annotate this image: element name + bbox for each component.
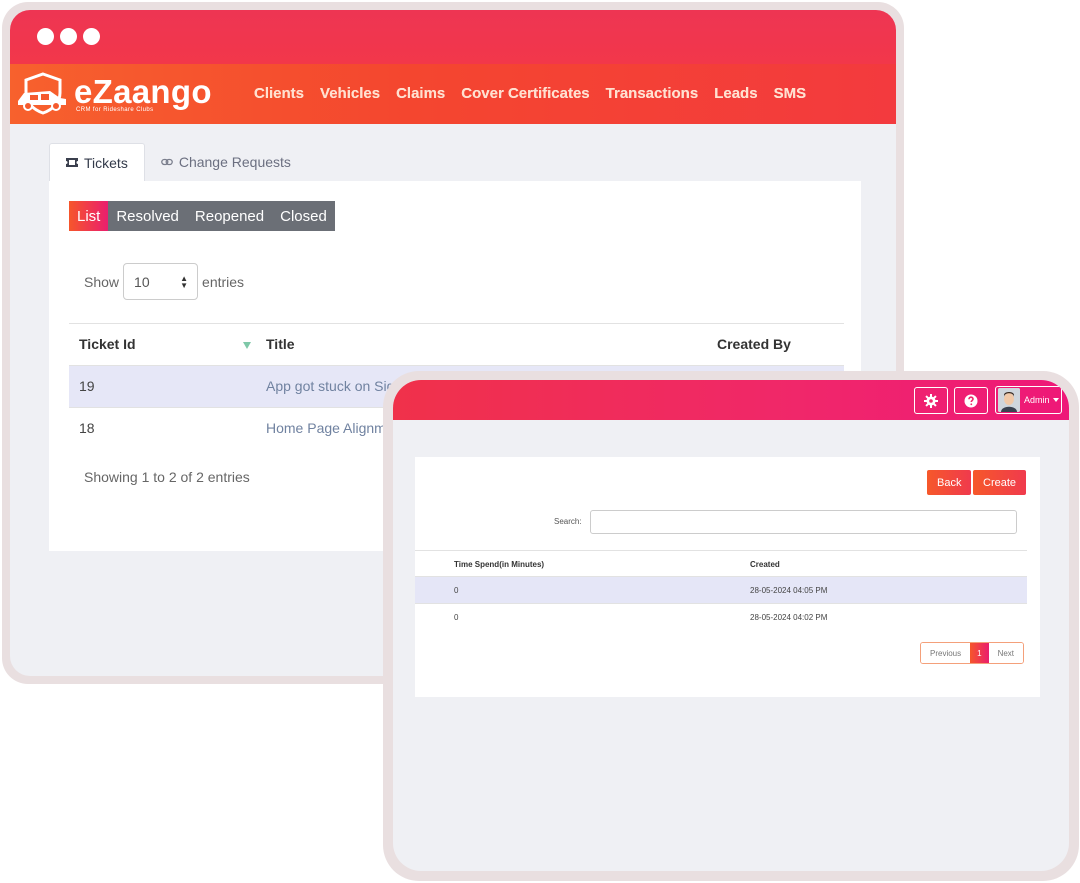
window-dot-icon[interactable] bbox=[37, 28, 54, 45]
column-header-title[interactable]: Title bbox=[266, 336, 295, 352]
entries-select-value: 10 bbox=[134, 273, 150, 290]
column-header-created-by[interactable]: Created By bbox=[717, 336, 791, 352]
pagination: Previous 1 Next bbox=[920, 642, 1025, 664]
user-menu-button[interactable]: Admin bbox=[995, 386, 1062, 414]
ticket-detail-window: Admin Back Create Search: Time Spend(in … bbox=[393, 380, 1069, 871]
gear-icon bbox=[924, 393, 938, 408]
column-header-time-spend[interactable]: Time Spend(in Minutes) bbox=[454, 560, 544, 569]
filter-reopened-button[interactable]: Reopened bbox=[186, 201, 273, 231]
main-navbar: eZaango CRM for Rideshare Clubs Clients … bbox=[10, 64, 896, 124]
ticket-detail-window-frame: Admin Back Create Search: Time Spend(in … bbox=[383, 371, 1079, 881]
table-header-row: Ticket Id Title Created By bbox=[69, 323, 844, 365]
entries-length-control: Show 10 ▲ ▼ entries bbox=[84, 263, 244, 300]
question-circle-icon bbox=[964, 394, 978, 407]
nav-link-cover-certificates[interactable]: Cover Certificates bbox=[461, 85, 589, 102]
time-spend-cell: 0 bbox=[454, 586, 459, 595]
help-button[interactable] bbox=[954, 387, 988, 414]
nav-link-claims[interactable]: Claims bbox=[396, 85, 445, 102]
created-cell: 28-05-2024 04:02 PM bbox=[750, 613, 828, 622]
time-log-panel: Back Create Search: Time Spend(in Minute… bbox=[415, 457, 1040, 697]
status-filter-group: List Resolved Reopened Closed bbox=[69, 201, 335, 231]
window-controls bbox=[37, 28, 100, 45]
nav-link-transactions[interactable]: Transactions bbox=[606, 85, 699, 102]
entries-select[interactable]: 10 ▲ ▼ bbox=[123, 263, 199, 300]
pagination-page-button[interactable]: 1 bbox=[970, 643, 989, 663]
settings-button[interactable] bbox=[914, 387, 948, 414]
link-icon bbox=[160, 158, 173, 166]
pagination-next-button[interactable]: Next bbox=[988, 643, 1024, 663]
tab-bar: Tickets Change Requests bbox=[49, 143, 307, 181]
back-button[interactable]: Back bbox=[927, 470, 972, 495]
tab-label: Change Requests bbox=[178, 154, 291, 170]
chevron-down-icon bbox=[1052, 398, 1059, 402]
user-name: Admin bbox=[1024, 395, 1050, 405]
time-log-table: Time Spend(in Minutes) Created 0 28-05-2… bbox=[415, 550, 1027, 630]
detail-header-bar: Admin bbox=[393, 380, 1069, 420]
filter-resolved-button[interactable]: Resolved bbox=[108, 201, 187, 231]
column-header-created[interactable]: Created bbox=[750, 560, 780, 569]
nav-link-sms[interactable]: SMS bbox=[774, 85, 807, 102]
filter-list-button[interactable]: List bbox=[69, 201, 109, 231]
tab-change-requests[interactable]: Change Requests bbox=[145, 143, 307, 181]
filter-closed-button[interactable]: Closed bbox=[272, 201, 335, 231]
entries-label: entries bbox=[202, 273, 245, 290]
avatar bbox=[998, 388, 1020, 412]
sort-desc-icon[interactable] bbox=[243, 342, 251, 349]
ticket-title-link[interactable]: App got stuck on Sign bbox=[266, 378, 402, 394]
table-info: Showing 1 to 2 of 2 entries bbox=[84, 469, 250, 485]
table-row[interactable]: 0 28-05-2024 04:02 PM bbox=[415, 603, 1027, 630]
brand-logo[interactable]: eZaango CRM for Rideshare Clubs bbox=[16, 71, 211, 115]
table-header-row: Time Spend(in Minutes) Created bbox=[415, 550, 1027, 576]
brand-name: eZaango bbox=[74, 73, 212, 110]
search-input[interactable] bbox=[590, 510, 1017, 534]
nav-links: Clients Vehicles Claims Cover Certificat… bbox=[254, 85, 822, 102]
time-spend-cell: 0 bbox=[454, 613, 459, 622]
column-header-ticket-id[interactable]: Ticket Id bbox=[79, 336, 136, 352]
window-dot-icon[interactable] bbox=[83, 28, 100, 45]
ticket-title-link[interactable]: Home Page Alignme bbox=[266, 420, 394, 436]
create-button[interactable]: Create bbox=[973, 470, 1027, 495]
brand-tagline: CRM for Rideshare Clubs bbox=[76, 107, 154, 113]
nav-link-clients[interactable]: Clients bbox=[254, 85, 304, 102]
window-dot-icon[interactable] bbox=[60, 28, 77, 45]
ticket-id-cell: 19 bbox=[79, 378, 95, 394]
pagination-previous-button[interactable]: Previous bbox=[921, 643, 971, 663]
nav-link-vehicles[interactable]: Vehicles bbox=[320, 85, 380, 102]
ticket-icon bbox=[66, 158, 78, 167]
table-row[interactable]: 0 28-05-2024 04:05 PM bbox=[415, 576, 1027, 603]
select-arrows-icon: ▲ ▼ bbox=[180, 274, 189, 290]
window-titlebar bbox=[10, 10, 896, 64]
created-cell: 28-05-2024 04:05 PM bbox=[750, 586, 828, 595]
search-label: Search: bbox=[554, 517, 582, 526]
show-label: Show bbox=[84, 273, 120, 290]
tab-label: Tickets bbox=[84, 154, 128, 171]
ticket-id-cell: 18 bbox=[79, 420, 95, 436]
tab-tickets[interactable]: Tickets bbox=[49, 143, 145, 181]
car-shield-icon bbox=[18, 72, 66, 115]
nav-link-leads[interactable]: Leads bbox=[714, 85, 757, 102]
